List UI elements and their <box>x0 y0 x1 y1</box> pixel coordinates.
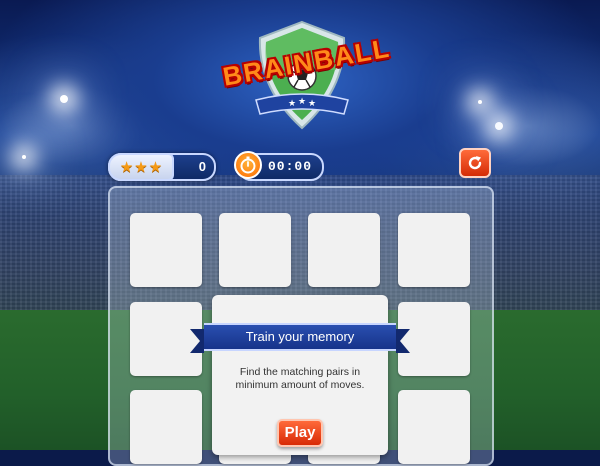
svg-text:★: ★ <box>288 99 296 109</box>
ribbon-tail-left <box>190 329 204 353</box>
star-icon: ★ <box>119 158 134 176</box>
star-icon: ★ <box>148 158 163 176</box>
play-button[interactable]: Play <box>277 419 323 447</box>
floodlight <box>495 122 503 130</box>
dialog-description: Find the matching pairs in minimum amoun… <box>235 366 365 391</box>
floodlight <box>478 100 482 104</box>
memory-card[interactable] <box>398 390 470 464</box>
floodlight <box>22 155 26 159</box>
score-panel: ★ ★ ★ 0 <box>108 153 216 181</box>
restart-button[interactable] <box>459 148 491 178</box>
floodlight <box>60 95 68 103</box>
star-icon: ★ <box>134 158 148 176</box>
dialog-title: Train your memory <box>204 323 396 351</box>
dialog-ribbon: Train your memory <box>190 323 410 353</box>
restart-icon <box>468 156 482 170</box>
brainball-logo: ★ ★ ★ BRAINBALL <box>221 18 393 138</box>
memory-card[interactable] <box>130 213 202 287</box>
memory-card[interactable] <box>130 390 202 464</box>
score-value: 0 <box>198 159 206 174</box>
stopwatch-icon <box>234 151 262 179</box>
memory-card[interactable] <box>219 213 291 287</box>
memory-card[interactable] <box>308 213 380 287</box>
svg-text:★: ★ <box>308 99 316 109</box>
stars-rating: ★ ★ ★ <box>108 153 174 181</box>
ribbon-tail-right <box>396 329 410 353</box>
timer-value: 00:00 <box>268 159 313 174</box>
svg-text:★: ★ <box>298 97 306 107</box>
memory-card[interactable] <box>398 213 470 287</box>
